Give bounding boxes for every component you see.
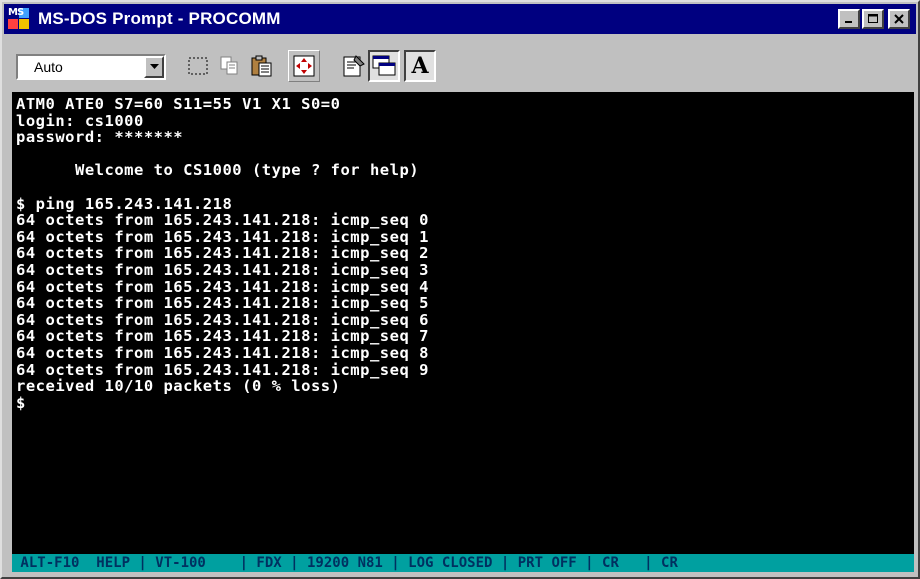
maximize-icon (867, 14, 878, 23)
mark-button[interactable] (182, 50, 214, 82)
paste-button[interactable] (246, 50, 278, 82)
fullscreen-icon (293, 55, 315, 77)
terminal-line: 64 octets from 165.243.141.218: icmp_seq… (16, 360, 429, 379)
toolbar: Auto A (4, 36, 916, 92)
background-button[interactable] (368, 50, 400, 82)
minimize-icon (845, 21, 852, 23)
mark-icon (188, 57, 208, 75)
terminal-screen[interactable]: ATM0 ATE0 S7=60 S11=55 V1 X1 S0=0 login: … (12, 92, 914, 572)
msdos-app-icon[interactable]: MS (8, 7, 32, 31)
minimize-button[interactable] (838, 9, 860, 29)
terminal-line: password: ******* (16, 128, 184, 147)
terminal-line: 64 octets from 165.243.141.218: icmp_seq… (16, 211, 429, 230)
terminal-line: received 10/10 packets (0 % loss) (16, 377, 341, 396)
properties-button[interactable] (338, 50, 370, 82)
fullscreen-button[interactable] (288, 50, 320, 82)
font-size-select[interactable]: Auto (16, 54, 166, 80)
terminal-line: 64 octets from 165.243.141.218: icmp_seq… (16, 260, 429, 279)
terminal-line: 64 octets from 165.243.141.218: icmp_seq… (16, 244, 429, 263)
properties-icon (343, 55, 365, 77)
status-bar-text: ALT-F10 HELP | VT-100 | FDX | 19200 N81 … (12, 555, 678, 571)
chevron-down-icon[interactable] (144, 56, 164, 78)
terminal-line: Welcome to CS1000 (type ? for help) (16, 161, 420, 180)
title-bar[interactable]: MS MS-DOS Prompt - PROCOMM (4, 4, 916, 34)
close-icon (894, 14, 904, 24)
terminal-line: 64 octets from 165.243.141.218: icmp_seq… (16, 327, 429, 346)
terminal-line: $ (16, 393, 26, 412)
paste-icon (251, 55, 272, 77)
terminal-line: 64 octets from 165.243.141.218: icmp_seq… (16, 294, 429, 313)
font-icon: A (411, 53, 429, 79)
font-button[interactable]: A (404, 50, 436, 82)
terminal-line: $ ping 165.243.141.218 (16, 194, 233, 213)
terminal-line: 64 octets from 165.243.141.218: icmp_seq… (16, 227, 429, 246)
terminal-line: 64 octets from 165.243.141.218: icmp_seq… (16, 277, 429, 296)
terminal-line: login: cs1000 (16, 111, 144, 130)
copy-icon (220, 56, 238, 75)
terminal-line: 64 octets from 165.243.141.218: icmp_seq… (16, 310, 429, 329)
window-title: MS-DOS Prompt - PROCOMM (38, 9, 281, 28)
terminal-line: 64 octets from 165.243.141.218: icmp_seq… (16, 343, 429, 362)
msdos-window: MS MS-DOS Prompt - PROCOMM Auto A ATM0 A… (0, 0, 920, 579)
terminal-output: ATM0 ATE0 S7=60 S11=55 V1 X1 S0=0 login: … (16, 96, 429, 411)
background-icon (372, 55, 396, 76)
maximize-button[interactable] (862, 9, 884, 29)
close-button[interactable] (888, 9, 910, 29)
font-size-value: Auto (34, 59, 63, 75)
terminal-line: ATM0 ATE0 S7=60 S11=55 V1 X1 S0=0 (16, 95, 341, 113)
status-bar: ALT-F10 HELP | VT-100 | FDX | 19200 N81 … (12, 554, 914, 572)
copy-button[interactable] (214, 50, 246, 82)
